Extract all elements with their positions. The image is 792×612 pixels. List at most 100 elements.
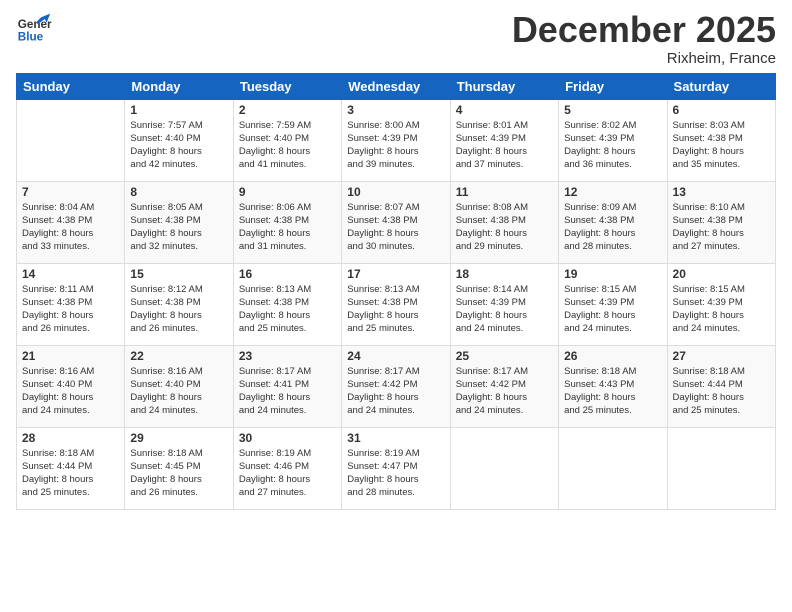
day-number: 27	[673, 349, 770, 363]
day-info: Sunrise: 8:18 AMSunset: 4:43 PMDaylight:…	[564, 365, 661, 418]
calendar-cell: 21Sunrise: 8:16 AMSunset: 4:40 PMDayligh…	[17, 345, 125, 427]
day-info: Sunrise: 7:57 AMSunset: 4:40 PMDaylight:…	[130, 119, 227, 172]
weekday-header-sunday: Sunday	[17, 73, 125, 99]
day-info: Sunrise: 8:14 AMSunset: 4:39 PMDaylight:…	[456, 283, 553, 336]
calendar-cell: 3Sunrise: 8:00 AMSunset: 4:39 PMDaylight…	[342, 99, 450, 181]
day-info: Sunrise: 8:12 AMSunset: 4:38 PMDaylight:…	[130, 283, 227, 336]
calendar-cell: 7 Sunrise: 8:04 AMSunset: 4:38 PMDaylight…	[17, 181, 125, 263]
calendar-table: SundayMondayTuesdayWednesdayThursdayFrid…	[16, 73, 776, 510]
day-info: Sunrise: 8:17 AMSunset: 4:42 PMDaylight:…	[347, 365, 444, 418]
weekday-header-row: SundayMondayTuesdayWednesdayThursdayFrid…	[17, 73, 776, 99]
calendar-cell	[450, 427, 558, 509]
calendar-cell: 12Sunrise: 8:09 AMSunset: 4:38 PMDayligh…	[559, 181, 667, 263]
day-number: 7	[22, 185, 119, 199]
calendar-cell: 26 Sunrise: 8:18 AMSunset: 4:43 PMDayligh…	[559, 345, 667, 427]
day-info: Sunrise: 8:04 AMSunset: 4:38 PMDaylight:…	[22, 201, 119, 254]
calendar-cell	[667, 427, 775, 509]
weekday-header-thursday: Thursday	[450, 73, 558, 99]
day-info: Sunrise: 8:00 AMSunset: 4:39 PMDaylight:…	[347, 119, 444, 172]
day-info: Sunrise: 8:07 AMSunset: 4:38 PMDaylight:…	[347, 201, 444, 254]
day-info: Sunrise: 8:18 AMSunset: 4:44 PMDaylight:…	[673, 365, 770, 418]
week-row-4: 21Sunrise: 8:16 AMSunset: 4:40 PMDayligh…	[17, 345, 776, 427]
day-number: 11	[456, 185, 553, 199]
day-number: 10	[347, 185, 444, 199]
day-number: 19	[564, 267, 661, 281]
day-info: Sunrise: 8:17 AMSunset: 4:41 PMDaylight:…	[239, 365, 336, 418]
location: Rixheim, France	[512, 50, 776, 67]
day-number: 15	[130, 267, 227, 281]
day-number: 23	[239, 349, 336, 363]
calendar-cell: 23 Sunrise: 8:17 AMSunset: 4:41 PMDayligh…	[233, 345, 341, 427]
day-number: 28	[22, 431, 119, 445]
calendar-cell: 6 Sunrise: 8:03 AMSunset: 4:38 PMDaylight…	[667, 99, 775, 181]
day-number: 6	[673, 103, 770, 117]
calendar-cell: 15 Sunrise: 8:12 AMSunset: 4:38 PMDayligh…	[125, 263, 233, 345]
day-number: 29	[130, 431, 227, 445]
day-number: 8	[130, 185, 227, 199]
calendar-cell: 1Sunrise: 7:57 AMSunset: 4:40 PMDaylight…	[125, 99, 233, 181]
day-info: Sunrise: 8:13 AMSunset: 4:38 PMDaylight:…	[239, 283, 336, 336]
weekday-header-saturday: Saturday	[667, 73, 775, 99]
calendar-cell: 29 Sunrise: 8:18 AMSunset: 4:45 PMDayligh…	[125, 427, 233, 509]
day-number: 16	[239, 267, 336, 281]
day-number: 20	[673, 267, 770, 281]
day-info: Sunrise: 8:08 AMSunset: 4:38 PMDaylight:…	[456, 201, 553, 254]
day-info: Sunrise: 8:18 AMSunset: 4:45 PMDaylight:…	[130, 447, 227, 500]
day-number: 25	[456, 349, 553, 363]
calendar-cell: 31 Sunrise: 8:19 AMSunset: 4:47 PMDayligh…	[342, 427, 450, 509]
day-info: Sunrise: 8:19 AMSunset: 4:47 PMDaylight:…	[347, 447, 444, 500]
day-info: Sunrise: 8:03 AMSunset: 4:38 PMDaylight:…	[673, 119, 770, 172]
calendar-cell: 5 Sunrise: 8:02 AMSunset: 4:39 PMDaylight…	[559, 99, 667, 181]
week-row-1: 1Sunrise: 7:57 AMSunset: 4:40 PMDaylight…	[17, 99, 776, 181]
calendar-cell: 18 Sunrise: 8:14 AMSunset: 4:39 PMDayligh…	[450, 263, 558, 345]
calendar-cell: 28 Sunrise: 8:18 AMSunset: 4:44 PMDayligh…	[17, 427, 125, 509]
day-info: Sunrise: 8:18 AMSunset: 4:44 PMDaylight:…	[22, 447, 119, 500]
day-info: Sunrise: 8:17 AMSunset: 4:42 PMDaylight:…	[456, 365, 553, 418]
week-row-5: 28 Sunrise: 8:18 AMSunset: 4:44 PMDayligh…	[17, 427, 776, 509]
calendar-cell: 20 Sunrise: 8:15 AMSunset: 4:39 PMDayligh…	[667, 263, 775, 345]
calendar-cell	[17, 99, 125, 181]
calendar-cell: 2Sunrise: 7:59 AMSunset: 4:40 PMDaylight…	[233, 99, 341, 181]
calendar-cell: 24Sunrise: 8:17 AMSunset: 4:42 PMDayligh…	[342, 345, 450, 427]
title-block: December 2025 Rixheim, France	[512, 10, 776, 67]
day-info: Sunrise: 8:19 AMSunset: 4:46 PMDaylight:…	[239, 447, 336, 500]
day-number: 5	[564, 103, 661, 117]
day-number: 14	[22, 267, 119, 281]
day-number: 26	[564, 349, 661, 363]
weekday-header-friday: Friday	[559, 73, 667, 99]
day-info: Sunrise: 8:06 AMSunset: 4:38 PMDaylight:…	[239, 201, 336, 254]
calendar-cell: 11 Sunrise: 8:08 AMSunset: 4:38 PMDayligh…	[450, 181, 558, 263]
calendar-cell: 22 Sunrise: 8:16 AMSunset: 4:40 PMDayligh…	[125, 345, 233, 427]
day-info: Sunrise: 8:10 AMSunset: 4:38 PMDaylight:…	[673, 201, 770, 254]
day-number: 22	[130, 349, 227, 363]
weekday-header-monday: Monday	[125, 73, 233, 99]
calendar-cell: 9 Sunrise: 8:06 AMSunset: 4:38 PMDaylight…	[233, 181, 341, 263]
week-row-2: 7 Sunrise: 8:04 AMSunset: 4:38 PMDaylight…	[17, 181, 776, 263]
day-number: 17	[347, 267, 444, 281]
day-number: 4	[456, 103, 553, 117]
day-info: Sunrise: 8:02 AMSunset: 4:39 PMDaylight:…	[564, 119, 661, 172]
day-number: 30	[239, 431, 336, 445]
calendar-cell	[559, 427, 667, 509]
day-info: Sunrise: 8:01 AMSunset: 4:39 PMDaylight:…	[456, 119, 553, 172]
svg-text:Blue: Blue	[18, 31, 44, 44]
day-info: Sunrise: 7:59 AMSunset: 4:40 PMDaylight:…	[239, 119, 336, 172]
day-info: Sunrise: 8:11 AMSunset: 4:38 PMDaylight:…	[22, 283, 119, 336]
day-info: Sunrise: 8:05 AMSunset: 4:38 PMDaylight:…	[130, 201, 227, 254]
day-number: 9	[239, 185, 336, 199]
calendar-cell: 16 Sunrise: 8:13 AMSunset: 4:38 PMDayligh…	[233, 263, 341, 345]
day-info: Sunrise: 8:16 AMSunset: 4:40 PMDaylight:…	[130, 365, 227, 418]
day-number: 31	[347, 431, 444, 445]
logo-icon: General Blue	[16, 10, 52, 46]
calendar-cell: 17 Sunrise: 8:13 AMSunset: 4:38 PMDayligh…	[342, 263, 450, 345]
day-info: Sunrise: 8:15 AMSunset: 4:39 PMDaylight:…	[673, 283, 770, 336]
calendar-cell: 25 Sunrise: 8:17 AMSunset: 4:42 PMDayligh…	[450, 345, 558, 427]
month-title: December 2025	[512, 10, 776, 50]
calendar-cell: 10 Sunrise: 8:07 AMSunset: 4:38 PMDayligh…	[342, 181, 450, 263]
weekday-header-tuesday: Tuesday	[233, 73, 341, 99]
header: General Blue December 2025 Rixheim, Fran…	[16, 10, 776, 67]
day-info: Sunrise: 8:13 AMSunset: 4:38 PMDaylight:…	[347, 283, 444, 336]
day-number: 18	[456, 267, 553, 281]
logo: General Blue	[16, 10, 52, 46]
week-row-3: 14 Sunrise: 8:11 AMSunset: 4:38 PMDayligh…	[17, 263, 776, 345]
